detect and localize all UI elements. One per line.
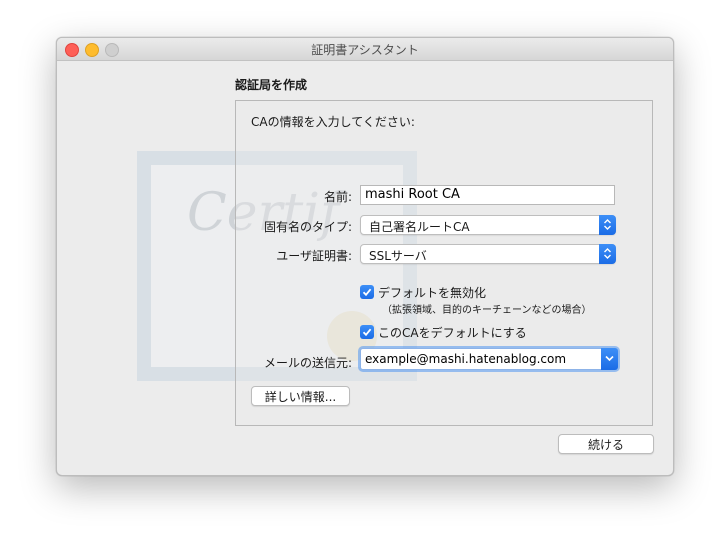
user-cert-value: SSLサーバ [369, 249, 427, 263]
learn-more-button[interactable]: 詳しい情報... [251, 386, 350, 406]
make-default-label[interactable]: このCAをデフォルトにする [378, 324, 527, 341]
user-cert-popup[interactable]: SSLサーバ [360, 244, 616, 264]
window-title: 証明書アシスタント [311, 43, 419, 57]
email-from-combobox[interactable]: example@mashi.hatenablog.com [360, 348, 618, 370]
name-label: 名前: [323, 190, 352, 204]
override-defaults-checkbox[interactable] [360, 285, 374, 299]
certificate-assistant-window: 証明書アシスタント Certif 認証局を作成 CAの情報を入力してください: … [56, 37, 674, 476]
name-field[interactable]: mashi Root CA [360, 185, 615, 205]
instruction-text: CAの情報を入力してください: [251, 115, 415, 129]
updown-arrows-icon [599, 244, 616, 264]
make-default-checkbox[interactable] [360, 325, 374, 339]
override-defaults-subtext: （拡張領域、目的のキーチェーンなどの場合） [382, 305, 592, 316]
identity-type-label: 固有名のタイプ: [263, 220, 352, 234]
chevron-down-icon[interactable] [601, 348, 618, 370]
checkmark-icon [362, 288, 372, 297]
override-defaults-label[interactable]: デフォルトを無効化 [378, 284, 486, 301]
continue-button[interactable]: 続ける [558, 434, 654, 454]
checkmark-icon [362, 328, 372, 337]
title-bar[interactable]: 証明書アシスタント [57, 38, 673, 61]
identity-type-value: 自己署名ルートCA [369, 220, 470, 234]
email-from-label: メールの送信元: [263, 356, 352, 370]
email-from-value: example@mashi.hatenablog.com [365, 352, 567, 366]
identity-type-popup[interactable]: 自己署名ルートCA [360, 215, 616, 235]
updown-arrows-icon [599, 215, 616, 235]
form-panel: CAの情報を入力してください: 名前: mashi Root CA 固有名のタイ… [235, 100, 653, 426]
section-title: 認証局を作成 [235, 78, 308, 92]
user-cert-label: ユーザ証明書: [276, 249, 352, 263]
